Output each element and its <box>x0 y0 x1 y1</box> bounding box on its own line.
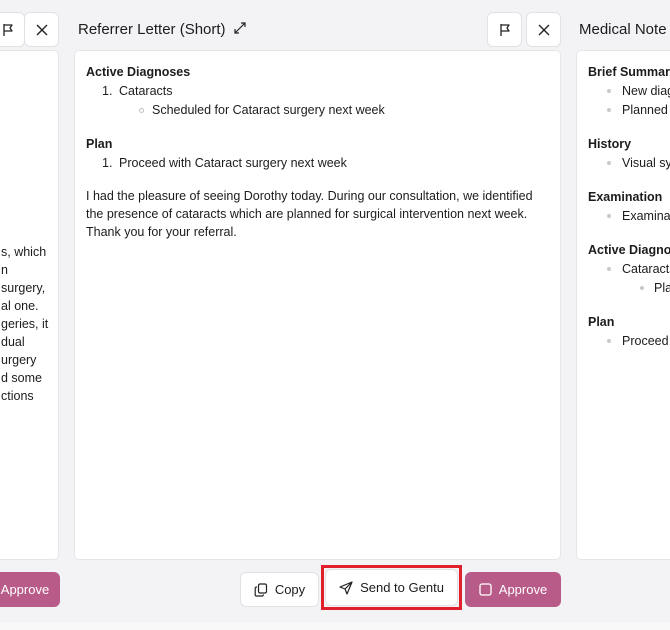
plan-title: Plan <box>588 315 615 329</box>
list-item: Visual syr <box>588 154 670 172</box>
list-item: New diag <box>588 82 670 100</box>
left-line: dual <box>1 335 25 349</box>
active-diagnoses-title: Active Diagnoses <box>86 65 191 79</box>
history-title: History <box>588 137 632 151</box>
left-approve-button[interactable]: Approve <box>0 572 60 607</box>
left-flag-button[interactable] <box>0 12 25 47</box>
flag-icon <box>2 23 13 36</box>
medical-note-content: Brief Summary New diag Planned c History… <box>588 63 670 350</box>
right-panel-title: Medical Note <box>579 21 667 38</box>
brief-summary-title: Brief Summary <box>588 65 670 79</box>
bullet-icon <box>607 267 611 271</box>
diagnosis-item: Cataracts <box>119 84 173 98</box>
bullet-icon <box>607 89 611 93</box>
bullet-icon <box>607 161 611 165</box>
left-line: n <box>1 263 8 277</box>
left-line: al one. <box>1 299 39 313</box>
flag-icon <box>499 23 510 36</box>
plan-item: Proceed with Cataract surgery next week <box>119 156 347 170</box>
copy-button[interactable]: Copy <box>240 572 319 607</box>
bullet-icon <box>139 108 144 113</box>
close-button[interactable] <box>526 12 561 47</box>
expand-icon[interactable] <box>233 21 247 35</box>
panel-title: Referrer Letter (Short) <box>78 21 247 38</box>
active-diagnoses-title: Active Diagnos <box>588 243 670 257</box>
paragraph-line: I had the pleasure of seeing Dorothy tod… <box>86 189 533 203</box>
approve-button[interactable]: Approve <box>465 572 561 607</box>
list-item: Examinati <box>588 207 670 225</box>
letter-paragraph: I had the pleasure of seeing Dorothy tod… <box>86 187 556 241</box>
diagnosis-subitem: Scheduled for Cataract surgery next week <box>152 103 385 117</box>
list-item: 1. Cataracts <box>86 82 556 100</box>
list-subitem: Pla <box>588 279 670 297</box>
list-number: 1. <box>102 156 113 170</box>
paragraph-line: the presence of cataracts which are plan… <box>86 207 528 221</box>
approve-label: Approve <box>498 582 548 597</box>
bullet-icon <box>607 214 611 218</box>
letter-card: Active Diagnoses 1. Cataracts Scheduled … <box>74 50 561 560</box>
left-panel-card: s, which n surgery, al one. geries, it d… <box>0 50 59 560</box>
list-number: 1. <box>102 84 113 98</box>
list-item: Cataracts <box>588 260 670 278</box>
left-line: d some <box>1 371 42 385</box>
bottom-edge <box>0 622 670 630</box>
left-line: geries, it <box>1 317 49 331</box>
approve-label: Approve <box>0 582 50 597</box>
bullet-icon <box>607 339 611 343</box>
list-item: Planned c <box>588 101 670 119</box>
left-line: urgery <box>1 353 37 367</box>
close-icon <box>36 24 47 35</box>
list-item: Proceed w <box>588 332 670 350</box>
copy-label: Copy <box>274 582 306 597</box>
checkbox-icon <box>479 583 492 596</box>
list-item: 1. Proceed with Cataract surgery next we… <box>86 154 556 172</box>
close-icon <box>538 24 549 35</box>
list-subitem: Scheduled for Cataract surgery next week <box>86 101 556 119</box>
left-line: s, which <box>1 245 47 259</box>
plan-title: Plan <box>86 137 113 151</box>
left-panel-text: s, which n surgery, al one. geries, it d… <box>1 243 58 405</box>
medical-note-card: Brief Summary New diag Planned c History… <box>576 50 670 560</box>
left-line: surgery, <box>1 281 46 295</box>
letter-content: Active Diagnoses 1. Cataracts Scheduled … <box>86 63 556 241</box>
paragraph-line: Thank you for your referral. <box>86 225 237 239</box>
left-line: ctions <box>1 389 34 403</box>
highlight-box <box>321 565 462 610</box>
bullet-icon <box>607 108 611 112</box>
copy-icon <box>254 582 267 597</box>
left-close-button[interactable] <box>24 12 59 47</box>
flag-button[interactable] <box>487 12 522 47</box>
bullet-icon <box>640 286 644 290</box>
examination-title: Examination <box>588 190 663 204</box>
